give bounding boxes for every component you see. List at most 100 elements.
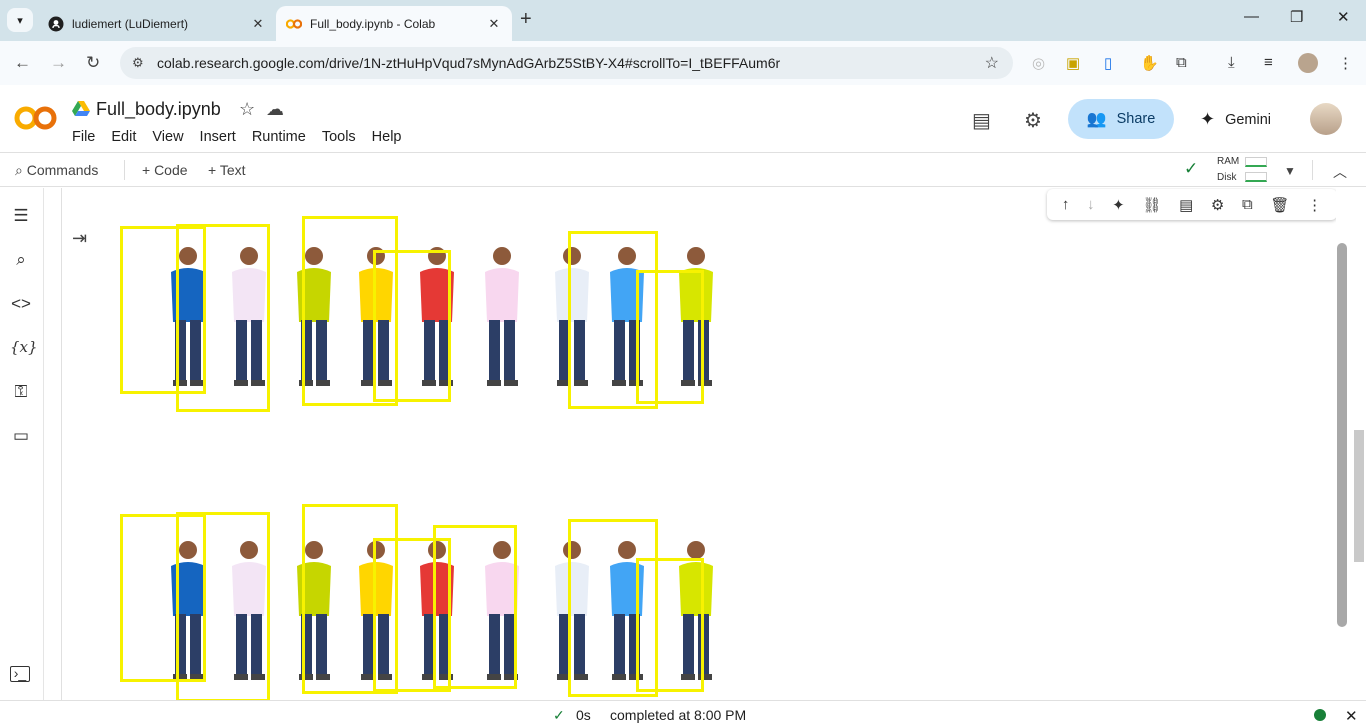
- connection-status-dot: [1314, 709, 1326, 721]
- back-icon[interactable]: ←: [14, 53, 31, 73]
- extension-doc-icon[interactable]: ▯: [1104, 54, 1112, 72]
- colab-logo[interactable]: [14, 104, 58, 132]
- scrollbar-thumb[interactable]: [1337, 243, 1347, 627]
- menu-tools[interactable]: Tools: [322, 129, 356, 145]
- find-replace-icon[interactable]: ⌕: [10, 250, 32, 270]
- google-drive-icon[interactable]: [72, 100, 90, 121]
- github-icon: [48, 16, 64, 32]
- extensions-puzzle-icon[interactable]: ⧉: [1176, 54, 1187, 71]
- detection-bounding-box: [636, 270, 704, 404]
- tab-search-button[interactable]: ▾: [7, 8, 33, 32]
- gemini-sparkle-icon: ✦: [1200, 109, 1216, 129]
- menu-bar: File Edit View Insert Runtime Tools Help: [72, 129, 418, 145]
- share-button[interactable]: 👥 Share: [1068, 99, 1174, 139]
- table-of-contents-icon[interactable]: ☰: [10, 206, 32, 226]
- success-check-icon: ✓: [553, 707, 565, 723]
- detection-output-image-2: [44, 482, 744, 700]
- settings-gear-icon[interactable]: ⚙: [1024, 108, 1042, 133]
- divider: [1312, 160, 1313, 180]
- menu-file[interactable]: File: [72, 129, 95, 145]
- colab-header: Full_body.ipynb ☆ ☁ File Edit View Inser…: [0, 86, 1366, 152]
- gemini-button[interactable]: ✦ Gemini: [1200, 109, 1271, 130]
- status-bar: ✓ 0s completed at 8:00 PM ✕: [0, 700, 1366, 728]
- notebook-filename[interactable]: Full_body.ipynb: [96, 99, 221, 120]
- code-snippets-icon[interactable]: <>: [10, 294, 32, 314]
- runtime-dropdown-icon[interactable]: ▼: [1284, 164, 1296, 178]
- comments-icon[interactable]: ▤: [972, 108, 991, 133]
- new-tab-icon[interactable]: +: [520, 8, 532, 31]
- execution-status: completed at 8:00 PM: [610, 707, 747, 723]
- close-window-icon[interactable]: ✕: [1337, 8, 1350, 26]
- left-sidebar: ☰ ⌕ <> {x} ⚿ ▭ ›_: [0, 188, 44, 700]
- page-scrollbar-thumb[interactable]: [1354, 430, 1364, 562]
- detection-bounding-box: [373, 250, 451, 402]
- move-down-icon[interactable]: ↓: [1087, 196, 1095, 213]
- url-bar[interactable]: ⚙ colab.research.google.com/drive/1N-ztH…: [120, 47, 1013, 79]
- close-tab-icon[interactable]: ✕: [484, 16, 504, 32]
- menu-runtime[interactable]: Runtime: [252, 129, 306, 145]
- menu-edit[interactable]: Edit: [111, 129, 136, 145]
- cloud-saved-icon: ☁: [266, 99, 284, 119]
- browser-tab-github[interactable]: ludiemert (LuDiemert) ✕: [38, 6, 276, 41]
- comment-icon[interactable]: ▤: [1179, 196, 1193, 214]
- menu-view[interactable]: View: [152, 129, 183, 145]
- profile-avatar[interactable]: [1298, 53, 1318, 73]
- bookmark-star-icon[interactable]: ☆: [985, 53, 999, 73]
- link-icon[interactable]: ⛓: [1142, 196, 1161, 214]
- browser-tab-colab[interactable]: Full_body.ipynb - Colab ✕: [276, 6, 512, 41]
- minimize-icon[interactable]: —: [1244, 8, 1259, 25]
- files-folder-icon[interactable]: ▭: [10, 426, 32, 446]
- detection-bounding-box: [176, 512, 270, 700]
- menu-help[interactable]: Help: [372, 129, 402, 145]
- browser-menu-icon[interactable]: ⋮: [1338, 54, 1353, 72]
- extension-folder-icon[interactable]: ▣: [1066, 54, 1080, 72]
- people-icon: 👥: [1086, 111, 1107, 128]
- secrets-key-icon[interactable]: ⚿: [10, 382, 32, 402]
- media-control-icon[interactable]: ≡: [1264, 54, 1273, 71]
- site-info-icon[interactable]: ⚙: [132, 55, 154, 71]
- forward-icon[interactable]: →: [50, 53, 67, 73]
- gemini-label: Gemini: [1225, 111, 1272, 128]
- delete-icon[interactable]: 🗑: [1270, 196, 1289, 214]
- add-code-button[interactable]: + Code: [142, 162, 188, 178]
- share-label: Share: [1116, 111, 1156, 127]
- person-figure: [477, 244, 527, 399]
- connected-check-icon[interactable]: ✓: [1184, 159, 1198, 179]
- disk-meter: [1245, 172, 1267, 182]
- detection-bounding-box: [433, 525, 517, 689]
- execution-time: 0s: [576, 707, 591, 723]
- notebook-cell-output: ⇥ ↑ ↓ ✦ ⛓ ▤ ⚙ ⧉ 🗑 ⋮: [44, 188, 1336, 700]
- collapse-header-icon[interactable]: ︿: [1333, 162, 1347, 182]
- terminal-icon[interactable]: ›_: [10, 666, 30, 682]
- divider: [124, 160, 125, 180]
- download-icon[interactable]: ⤓: [1228, 54, 1235, 71]
- mirror-cell-icon[interactable]: ⧉: [1242, 196, 1253, 213]
- gemini-cell-icon[interactable]: ✦: [1112, 196, 1125, 214]
- close-tab-icon[interactable]: ✕: [248, 16, 268, 32]
- cell-settings-icon[interactable]: ⚙: [1211, 196, 1224, 214]
- disk-label: Disk: [1217, 172, 1237, 183]
- address-bar-row: ← → ↻ ⚙ colab.research.google.com/drive/…: [0, 41, 1366, 85]
- close-status-icon[interactable]: ✕: [1345, 707, 1358, 725]
- detection-bounding-box: [176, 224, 270, 412]
- detection-output-image-1: [44, 188, 744, 428]
- browser-tab-strip: ▾ ludiemert (LuDiemert) ✕ Full_body.ipyn…: [0, 0, 1366, 41]
- notebook-toolbar: ⌕ Commands + Code + Text ✓ RAM Disk ▼ ︿: [0, 152, 1366, 187]
- more-options-icon[interactable]: ⋮: [1307, 196, 1322, 214]
- move-up-icon[interactable]: ↑: [1062, 196, 1070, 213]
- cell-toolbar: ↑ ↓ ✦ ⛓ ▤ ⚙ ⧉ 🗑 ⋮: [1047, 189, 1336, 220]
- search-icon: ⌕: [15, 162, 23, 178]
- variables-icon[interactable]: {x}: [10, 338, 38, 356]
- restore-icon[interactable]: ❐: [1290, 8, 1303, 26]
- star-icon[interactable]: ☆: [239, 99, 255, 120]
- add-text-button[interactable]: + Text: [208, 162, 246, 178]
- user-avatar[interactable]: [1310, 103, 1342, 135]
- ram-meter: [1245, 157, 1267, 167]
- extension-icon[interactable]: ◎: [1032, 54, 1045, 72]
- extension-hand-icon[interactable]: ✋: [1140, 54, 1159, 72]
- chevron-down-icon: ▾: [17, 14, 23, 27]
- reload-icon[interactable]: ↻: [86, 53, 100, 73]
- tab-title: Full_body.ipynb - Colab: [310, 16, 436, 31]
- menu-insert[interactable]: Insert: [200, 129, 236, 145]
- commands-button[interactable]: ⌕ Commands: [15, 162, 98, 179]
